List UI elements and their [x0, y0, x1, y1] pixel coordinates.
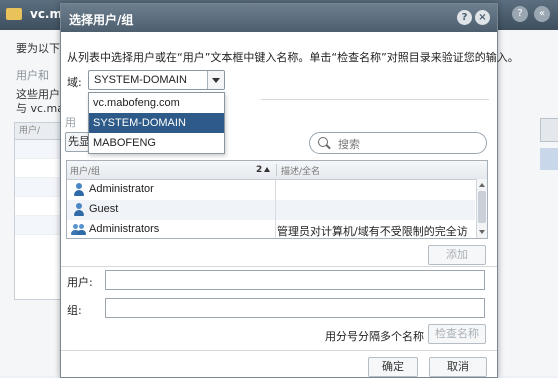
sort-order-indicator: 2	[256, 165, 263, 175]
ok-button[interactable]: 确定	[368, 357, 418, 377]
background-dropdown-edge	[540, 118, 558, 142]
help-icon[interactable]: ?	[512, 6, 528, 22]
row-name: Guest	[89, 203, 119, 215]
search-input[interactable]	[336, 135, 480, 153]
table-row[interactable]: Administrator	[67, 180, 475, 200]
background-table-header: 用户/	[15, 123, 63, 140]
background-selected-row-edge	[540, 148, 558, 170]
domain-label: 域:	[67, 76, 82, 89]
chevron-down-icon[interactable]	[207, 71, 224, 89]
divider	[61, 266, 497, 267]
table-row	[15, 216, 63, 235]
partially-hidden-label: 用	[65, 116, 76, 129]
table-scrollbar[interactable]	[476, 179, 487, 238]
users-field[interactable]	[105, 270, 485, 290]
folder-icon	[6, 8, 22, 20]
groups-input[interactable]	[106, 299, 484, 317]
row-name: Administrator	[89, 183, 154, 195]
row-description: 管理员对计算机/域有不受限制的完全访...	[277, 225, 469, 238]
users-groups-table: 用户/组 2 描述/全名 Administrator Guest Adminis…	[66, 160, 488, 239]
collapse-icon[interactable]: «	[534, 6, 550, 22]
instruction-text: 从列表中选择用户或在“用户”文本框中键入名称。单击“检查名称”对照目录来验证您的…	[67, 51, 519, 64]
close-button[interactable]: ×	[475, 10, 490, 25]
groups-label: 组:	[67, 304, 82, 317]
groups-field[interactable]	[105, 298, 485, 318]
scroll-thumb[interactable]	[478, 191, 486, 223]
domain-option-vc-mabofeng[interactable]: vc.mabofeng.com	[89, 93, 224, 113]
select-users-groups-dialog: 选择用户/组 ? × 从列表中选择用户或在“用户”文本框中键入名称。单击“检查名…	[60, 3, 519, 378]
separator-hint: 用分号分隔多个名称	[325, 330, 424, 343]
background-text-1: 要为以下	[16, 42, 60, 55]
group-icon	[71, 223, 87, 237]
scroll-up-icon[interactable]	[479, 183, 485, 187]
search-icon	[318, 137, 328, 147]
row-name: Administrators	[89, 223, 160, 235]
domain-select[interactable]: SYSTEM-DOMAIN	[88, 70, 225, 90]
domain-dropdown-list: vc.mabofeng.com SYSTEM-DOMAIN MABOFENG	[88, 92, 225, 154]
column-header-user-group[interactable]: 用户/组	[70, 164, 100, 177]
sort-ascending-icon	[264, 167, 270, 172]
table-row	[15, 178, 63, 197]
table-row[interactable]: Guest	[67, 200, 475, 220]
add-button[interactable]: 添加	[428, 245, 486, 265]
divider	[61, 350, 497, 351]
search-box[interactable]	[309, 132, 487, 154]
user-icon	[73, 203, 85, 217]
users-input[interactable]	[106, 271, 484, 289]
user-icon	[73, 183, 85, 197]
table-header: 用户/组 2 描述/全名	[67, 161, 487, 180]
background-table: 用户/	[14, 122, 64, 300]
table-row[interactable]: Administrators 管理员对计算机/域有不受限制的完全访...	[67, 220, 475, 238]
background-text-2: 用户和	[16, 69, 49, 82]
table-row	[15, 159, 63, 178]
show-first-select[interactable]: 先显	[65, 132, 89, 152]
check-names-button[interactable]: 检查名称	[428, 324, 486, 344]
cancel-button[interactable]: 取消	[429, 357, 487, 377]
domain-option-system-domain[interactable]: SYSTEM-DOMAIN	[89, 113, 224, 133]
column-header-description[interactable]: 描述/全名	[276, 164, 320, 177]
domain-selected-value: SYSTEM-DOMAIN	[94, 74, 187, 86]
dialog-titlebar: 选择用户/组 ? ×	[61, 4, 497, 32]
help-button[interactable]: ?	[457, 10, 472, 25]
dialog-title: 选择用户/组	[69, 13, 134, 27]
users-label: 用户:	[67, 276, 93, 289]
domain-option-mabofeng[interactable]: MABOFENG	[89, 133, 224, 153]
table-row	[15, 197, 63, 216]
scroll-down-icon[interactable]	[479, 230, 485, 234]
table-row	[15, 140, 63, 159]
divider	[261, 99, 489, 100]
